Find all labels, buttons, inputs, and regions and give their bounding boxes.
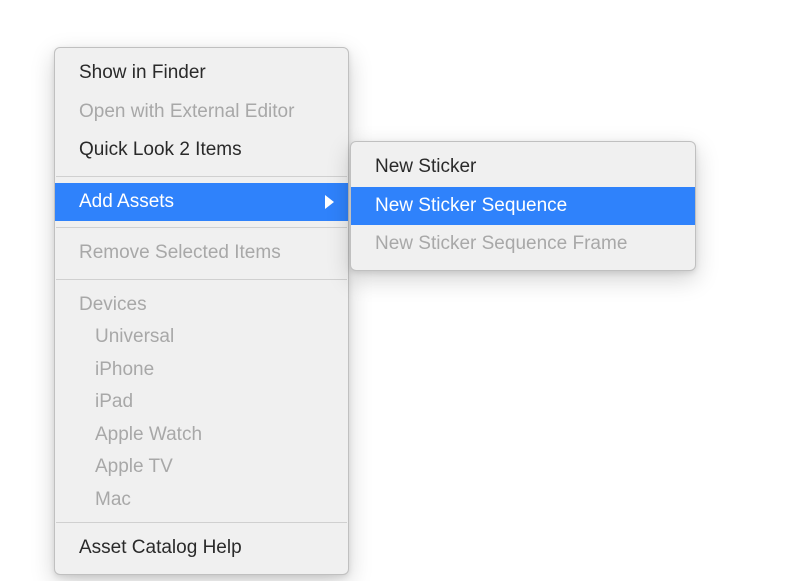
menu-item-open-external-editor: Open with External Editor [55,93,348,132]
menu-separator [56,279,347,280]
add-assets-submenu: New Sticker New Sticker Sequence New Sti… [350,141,696,271]
context-menu: Show in Finder Open with External Editor… [54,47,349,575]
device-item-apple-tv[interactable]: Apple TV [55,451,348,484]
device-item-universal[interactable]: Universal [55,321,348,354]
device-item-iphone[interactable]: iPhone [55,354,348,387]
device-item-ipad[interactable]: iPad [55,386,348,419]
menu-item-show-in-finder[interactable]: Show in Finder [55,54,348,93]
menu-separator [56,227,347,228]
device-item-apple-watch[interactable]: Apple Watch [55,419,348,452]
menu-separator [56,176,347,177]
submenu-item-new-sticker[interactable]: New Sticker [351,148,695,187]
menu-item-quick-look[interactable]: Quick Look 2 Items [55,131,348,170]
menu-item-add-assets[interactable]: Add Assets [55,183,348,222]
submenu-item-new-sticker-sequence-frame: New Sticker Sequence Frame [351,225,695,264]
submenu-item-new-sticker-sequence[interactable]: New Sticker Sequence [351,187,695,226]
device-item-mac[interactable]: Mac [55,484,348,517]
menu-item-asset-catalog-help[interactable]: Asset Catalog Help [55,529,348,568]
menu-separator [56,522,347,523]
menu-item-remove-selected: Remove Selected Items [55,234,348,273]
devices-section-header: Devices [55,286,348,322]
